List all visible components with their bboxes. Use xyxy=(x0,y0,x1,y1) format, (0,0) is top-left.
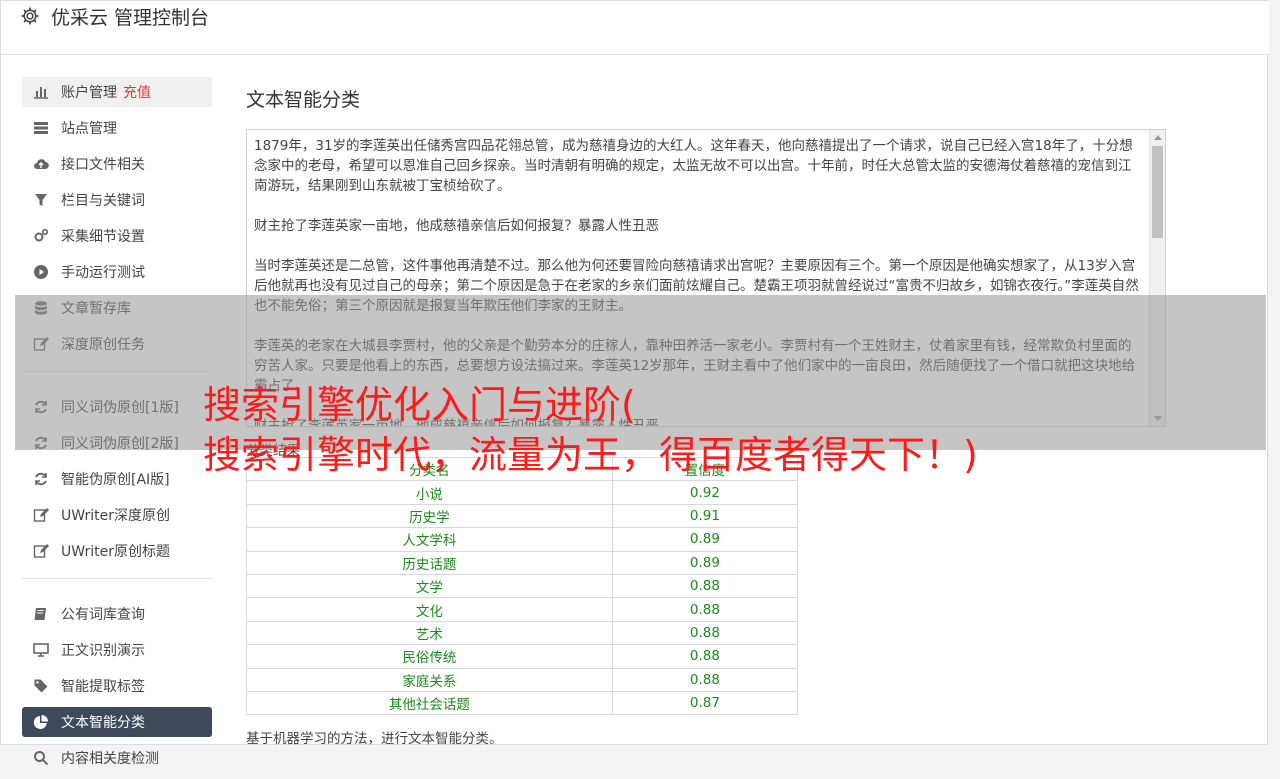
promo-line-2: 搜索引擎时代，流量为王，得百度者得天下！) xyxy=(203,433,978,477)
confidence-cell: 0.91 xyxy=(611,503,799,529)
sidebar-item[interactable]: UWriter原创标题 xyxy=(22,536,212,566)
table-row: 艺术 0.88 xyxy=(246,620,799,646)
table-row: 历史学 0.91 xyxy=(246,503,799,529)
sidebar-item[interactable]: 智能提取标签 xyxy=(22,671,212,701)
tag-icon xyxy=(32,677,50,695)
sidebar-item[interactable]: 接口文件相关 xyxy=(22,149,212,179)
sidebar-item-label: 账户管理 xyxy=(61,85,117,101)
confidence-cell: 0.89 xyxy=(611,527,799,552)
category-cell: 文学 xyxy=(246,573,613,599)
sidebar-item-label: 公有词库查询 xyxy=(61,607,145,623)
sidebar-item[interactable]: 站点管理 xyxy=(22,113,212,143)
sidebar-item[interactable]: 智能伪原创[AI版] xyxy=(22,464,212,494)
play-circle-icon xyxy=(32,263,50,281)
sidebar-item-label: 接口文件相关 xyxy=(61,157,145,173)
scroll-up-arrow-icon[interactable] xyxy=(1154,135,1162,140)
sidebar-item[interactable]: 手动运行测试 xyxy=(22,257,212,287)
table-row: 小说 0.92 xyxy=(246,480,799,505)
sidebar-item[interactable]: 栏目与关键词 xyxy=(22,185,212,215)
server-icon xyxy=(32,119,50,137)
filter-icon xyxy=(32,191,50,209)
sidebar-item[interactable]: 内容相关度检测 xyxy=(22,743,212,773)
table-row: 人文学科 0.89 xyxy=(246,527,799,552)
category-cell: 小说 xyxy=(246,480,613,505)
sidebar-item-label: 内容相关度检测 xyxy=(61,751,159,767)
app-title: 优采云 管理控制台 xyxy=(51,7,210,29)
sidebar-item[interactable]: 采集细节设置 xyxy=(22,221,212,251)
description-text: 基于机器学习的方法，进行文本智能分类。 xyxy=(246,731,503,747)
monitor-icon xyxy=(32,641,50,659)
sidebar-item-label: 智能提取标签 xyxy=(61,679,145,695)
sidebar-item-label: UWriter深度原创 xyxy=(61,508,170,524)
confidence-cell: 0.88 xyxy=(611,644,799,669)
confidence-cell: 0.88 xyxy=(611,597,799,622)
recharge-link[interactable]: 充值 xyxy=(123,82,151,102)
scroll-thumb[interactable] xyxy=(1152,146,1163,238)
table-row: 历史话题 0.89 xyxy=(246,550,799,575)
pie-chart-icon xyxy=(32,713,50,731)
sidebar-item-label: 采集细节设置 xyxy=(61,229,145,245)
top-bar: 优采云 管理控制台 xyxy=(1,1,1269,55)
sidebar-item[interactable]: 账户管理 充值 xyxy=(22,77,212,107)
category-cell: 民俗传统 xyxy=(246,644,613,669)
sidebar-item[interactable]: UWriter深度原创 xyxy=(22,500,212,530)
sidebar-item[interactable]: 正文识别演示 xyxy=(22,635,212,665)
table-row: 民俗传统 0.88 xyxy=(246,644,799,669)
search-icon xyxy=(32,749,50,767)
text-paragraph: 1879年，31岁的李莲英出任储秀宫四品花翎总管，成为慈禧身边的大红人。这年春天… xyxy=(254,138,1133,194)
confidence-cell: 0.88 xyxy=(611,620,799,646)
sidebar-item-label: 站点管理 xyxy=(61,121,117,137)
table-row: 其他社会话题 0.87 xyxy=(246,690,799,716)
category-cell: 历史话题 xyxy=(246,550,613,575)
category-cell: 其他社会话题 xyxy=(246,690,613,716)
promo-text: 搜索引擎优化入门与进阶( 搜索引擎时代，流量为王，得百度者得天下！) xyxy=(203,380,978,480)
sidebar-item[interactable]: 公有词库查询 xyxy=(22,599,212,629)
sidebar-item-label: 正文识别演示 xyxy=(61,643,145,659)
category-cell: 人文学科 xyxy=(246,527,613,552)
category-cell: 艺术 xyxy=(246,620,613,646)
confidence-cell: 0.88 xyxy=(611,667,799,692)
page-title: 文本智能分类 xyxy=(246,89,361,111)
confidence-cell: 0.89 xyxy=(611,550,799,575)
table-row: 文学 0.88 xyxy=(246,573,799,599)
sidebar-item-label: 栏目与关键词 xyxy=(61,193,145,209)
bar-chart-icon xyxy=(32,83,50,101)
category-cell: 家庭关系 xyxy=(246,667,613,692)
gears-icon xyxy=(32,227,50,245)
cloud-upload-icon xyxy=(32,155,50,173)
gear-icon xyxy=(21,7,39,25)
text-paragraph: 财主抢了李莲英家一亩地，他成慈禧亲信后如何报复？暴露人性丑恶 xyxy=(254,218,659,234)
refresh-icon xyxy=(32,470,50,488)
edit-icon xyxy=(32,542,50,560)
table-row: 文化 0.88 xyxy=(246,597,799,622)
sidebar-item-label: 手动运行测试 xyxy=(61,265,145,281)
edit-icon xyxy=(32,506,50,524)
confidence-cell: 0.92 xyxy=(611,480,799,505)
result-table: 分类名 置信度 小说 0.92 历史学 0.91 人文学科 0.89 历史话题 0.89 文学 0… xyxy=(246,456,799,716)
book-icon xyxy=(32,605,50,623)
table-row: 家庭关系 0.88 xyxy=(246,667,799,692)
confidence-cell: 0.87 xyxy=(611,690,799,716)
sidebar-item-label: 智能伪原创[AI版] xyxy=(61,472,170,488)
sidebar-item-label: 文本智能分类 xyxy=(61,715,145,731)
category-cell: 历史学 xyxy=(246,503,613,529)
sidebar-divider xyxy=(22,578,212,579)
category-cell: 文化 xyxy=(246,597,613,622)
sidebar-item[interactable]: 文本智能分类 xyxy=(22,707,212,737)
confidence-cell: 0.88 xyxy=(611,573,799,599)
promo-line-1: 搜索引擎优化入门与进阶( xyxy=(203,383,636,427)
sidebar-item-label: UWriter原创标题 xyxy=(61,544,170,560)
